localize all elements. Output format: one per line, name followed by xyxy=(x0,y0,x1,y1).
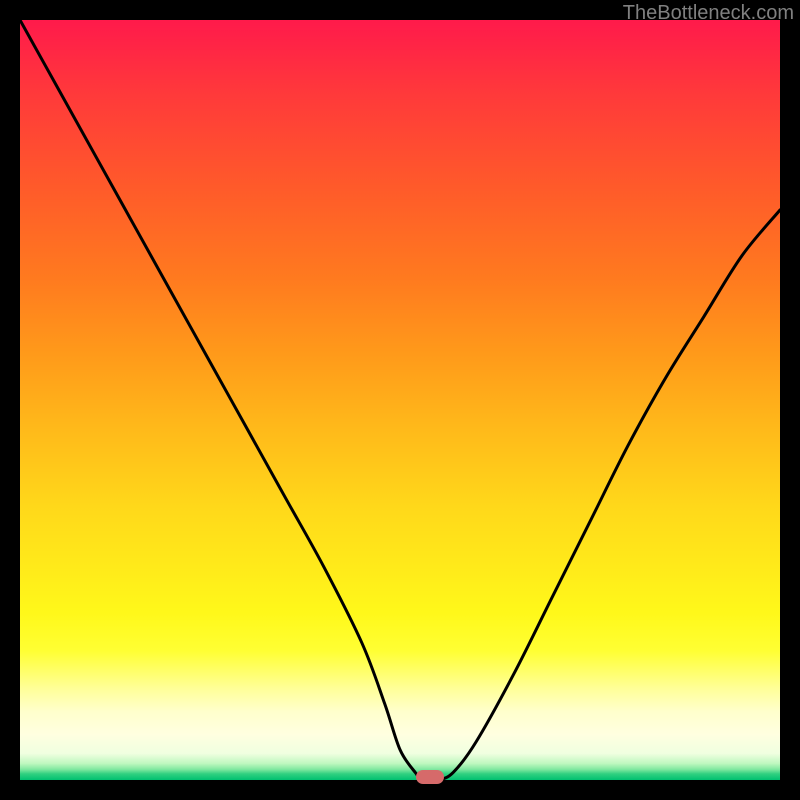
optimum-marker xyxy=(416,770,444,784)
chart-frame: TheBottleneck.com xyxy=(0,0,800,800)
plot-area xyxy=(20,20,780,780)
watermark-text: TheBottleneck.com xyxy=(623,2,794,25)
